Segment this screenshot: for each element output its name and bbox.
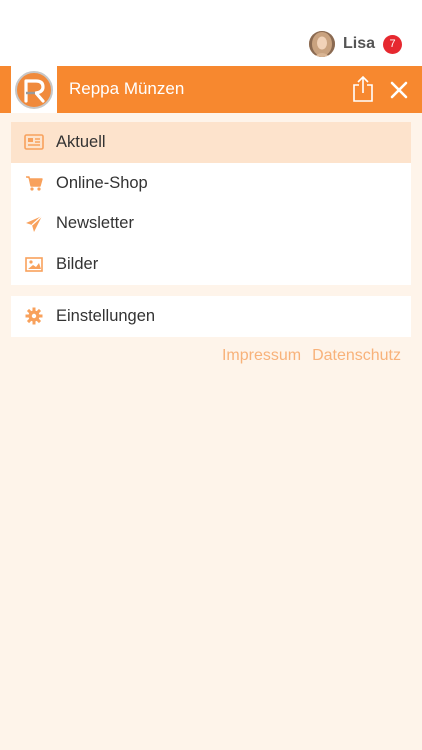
app-title: Reppa Münzen <box>69 79 185 98</box>
user-info[interactable]: Lisa 7 <box>308 30 402 58</box>
close-icon <box>390 81 408 99</box>
menu-item-label: Einstellungen <box>56 306 156 325</box>
main-menu: Aktuell Online-Shop Newsletter Bilder <box>11 122 411 285</box>
menu-item-bilder[interactable]: Bilder <box>11 244 411 285</box>
image-icon <box>24 255 44 275</box>
newspaper-icon <box>24 132 44 152</box>
menu-item-label: Bilder <box>56 255 99 274</box>
datenschutz-link[interactable]: Datenschutz <box>312 347 401 365</box>
notification-badge[interactable]: 7 <box>383 34 402 54</box>
settings-menu: Einstellungen <box>11 296 411 337</box>
footer-links: Impressum Datenschutz <box>222 347 401 365</box>
top-bar: Lisa 7 <box>0 0 422 66</box>
cart-icon <box>24 173 44 193</box>
menu-item-label: Newsletter <box>56 214 134 233</box>
close-button[interactable] <box>388 79 410 101</box>
reppa-logo-icon <box>11 66 57 113</box>
user-name[interactable]: Lisa <box>343 35 375 53</box>
impressum-link[interactable]: Impressum <box>222 347 301 365</box>
avatar[interactable] <box>308 31 335 57</box>
paper-plane-icon <box>24 214 44 234</box>
gear-icon <box>24 306 44 326</box>
share-icon <box>353 75 373 102</box>
app-header: Reppa Münzen <box>0 66 422 113</box>
menu-item-aktuell[interactable]: Aktuell <box>11 122 411 163</box>
menu-item-online-shop[interactable]: Online-Shop <box>11 163 411 204</box>
menu-item-label: Online-Shop <box>56 173 148 192</box>
menu-item-einstellungen[interactable]: Einstellungen <box>11 296 411 337</box>
menu-item-newsletter[interactable]: Newsletter <box>11 204 411 245</box>
menu-item-label: Aktuell <box>56 132 106 151</box>
share-button[interactable] <box>352 75 374 103</box>
